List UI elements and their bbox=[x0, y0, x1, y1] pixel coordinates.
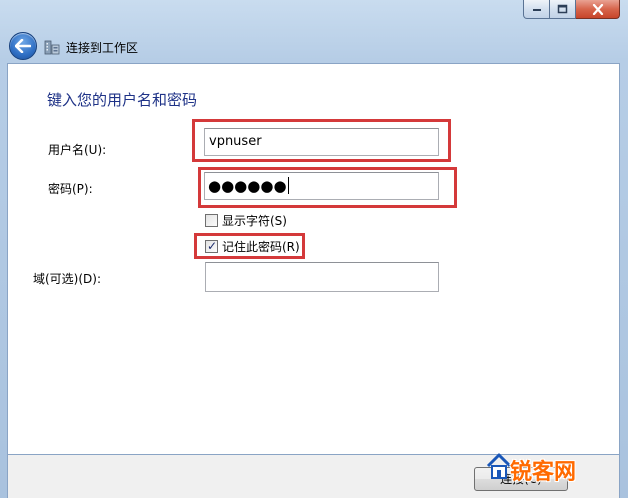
back-button[interactable] bbox=[9, 32, 37, 60]
text-caret bbox=[287, 177, 289, 194]
navigation-bar: 连接到工作区 bbox=[0, 28, 628, 64]
close-button[interactable] bbox=[576, 0, 620, 19]
remember-row[interactable]: ✓ 记住此密码(R) bbox=[205, 238, 300, 255]
remember-label: 记住此密码(R) bbox=[222, 240, 300, 254]
caption-buttons bbox=[523, 0, 620, 19]
password-field[interactable]: ●●●●●● bbox=[204, 172, 439, 200]
maximize-icon bbox=[557, 4, 568, 14]
minimize-button[interactable] bbox=[523, 0, 550, 19]
content-panel: 键入您的用户名和密码 用户名(U): vpnuser 密码(P): ●●●●●●… bbox=[7, 63, 620, 455]
watermark-logo: 锐客网 bbox=[486, 448, 626, 496]
remember-checkbox[interactable]: ✓ bbox=[205, 239, 218, 253]
password-mask: ●●●●●● bbox=[208, 177, 287, 195]
window-frame: 连接到工作区 键入您的用户名和密码 用户名(U): vpnuser 密码(P):… bbox=[0, 0, 628, 498]
minimize-icon bbox=[532, 9, 541, 11]
password-label: 密码(P): bbox=[48, 182, 93, 196]
close-icon bbox=[592, 3, 603, 15]
watermark-text: 锐客网 bbox=[510, 460, 577, 485]
maximize-button[interactable] bbox=[550, 0, 576, 19]
domain-field[interactable] bbox=[205, 262, 439, 292]
domain-label: 域(可选)(D): bbox=[33, 272, 102, 286]
network-workplace-icon bbox=[44, 38, 62, 56]
show-chars-checkbox[interactable] bbox=[205, 214, 218, 227]
checkmark-icon: ✓ bbox=[207, 239, 218, 253]
username-field[interactable]: vpnuser bbox=[204, 128, 439, 156]
back-arrow-icon bbox=[15, 39, 31, 53]
show-chars-label: 显示字符(S) bbox=[222, 214, 287, 228]
username-label: 用户名(U): bbox=[48, 143, 107, 157]
title-bar bbox=[0, 0, 628, 28]
show-chars-row[interactable]: 显示字符(S) bbox=[205, 212, 287, 229]
window-title: 连接到工作区 bbox=[66, 41, 139, 55]
house-icon bbox=[486, 453, 512, 479]
page-heading: 键入您的用户名和密码 bbox=[47, 91, 198, 109]
